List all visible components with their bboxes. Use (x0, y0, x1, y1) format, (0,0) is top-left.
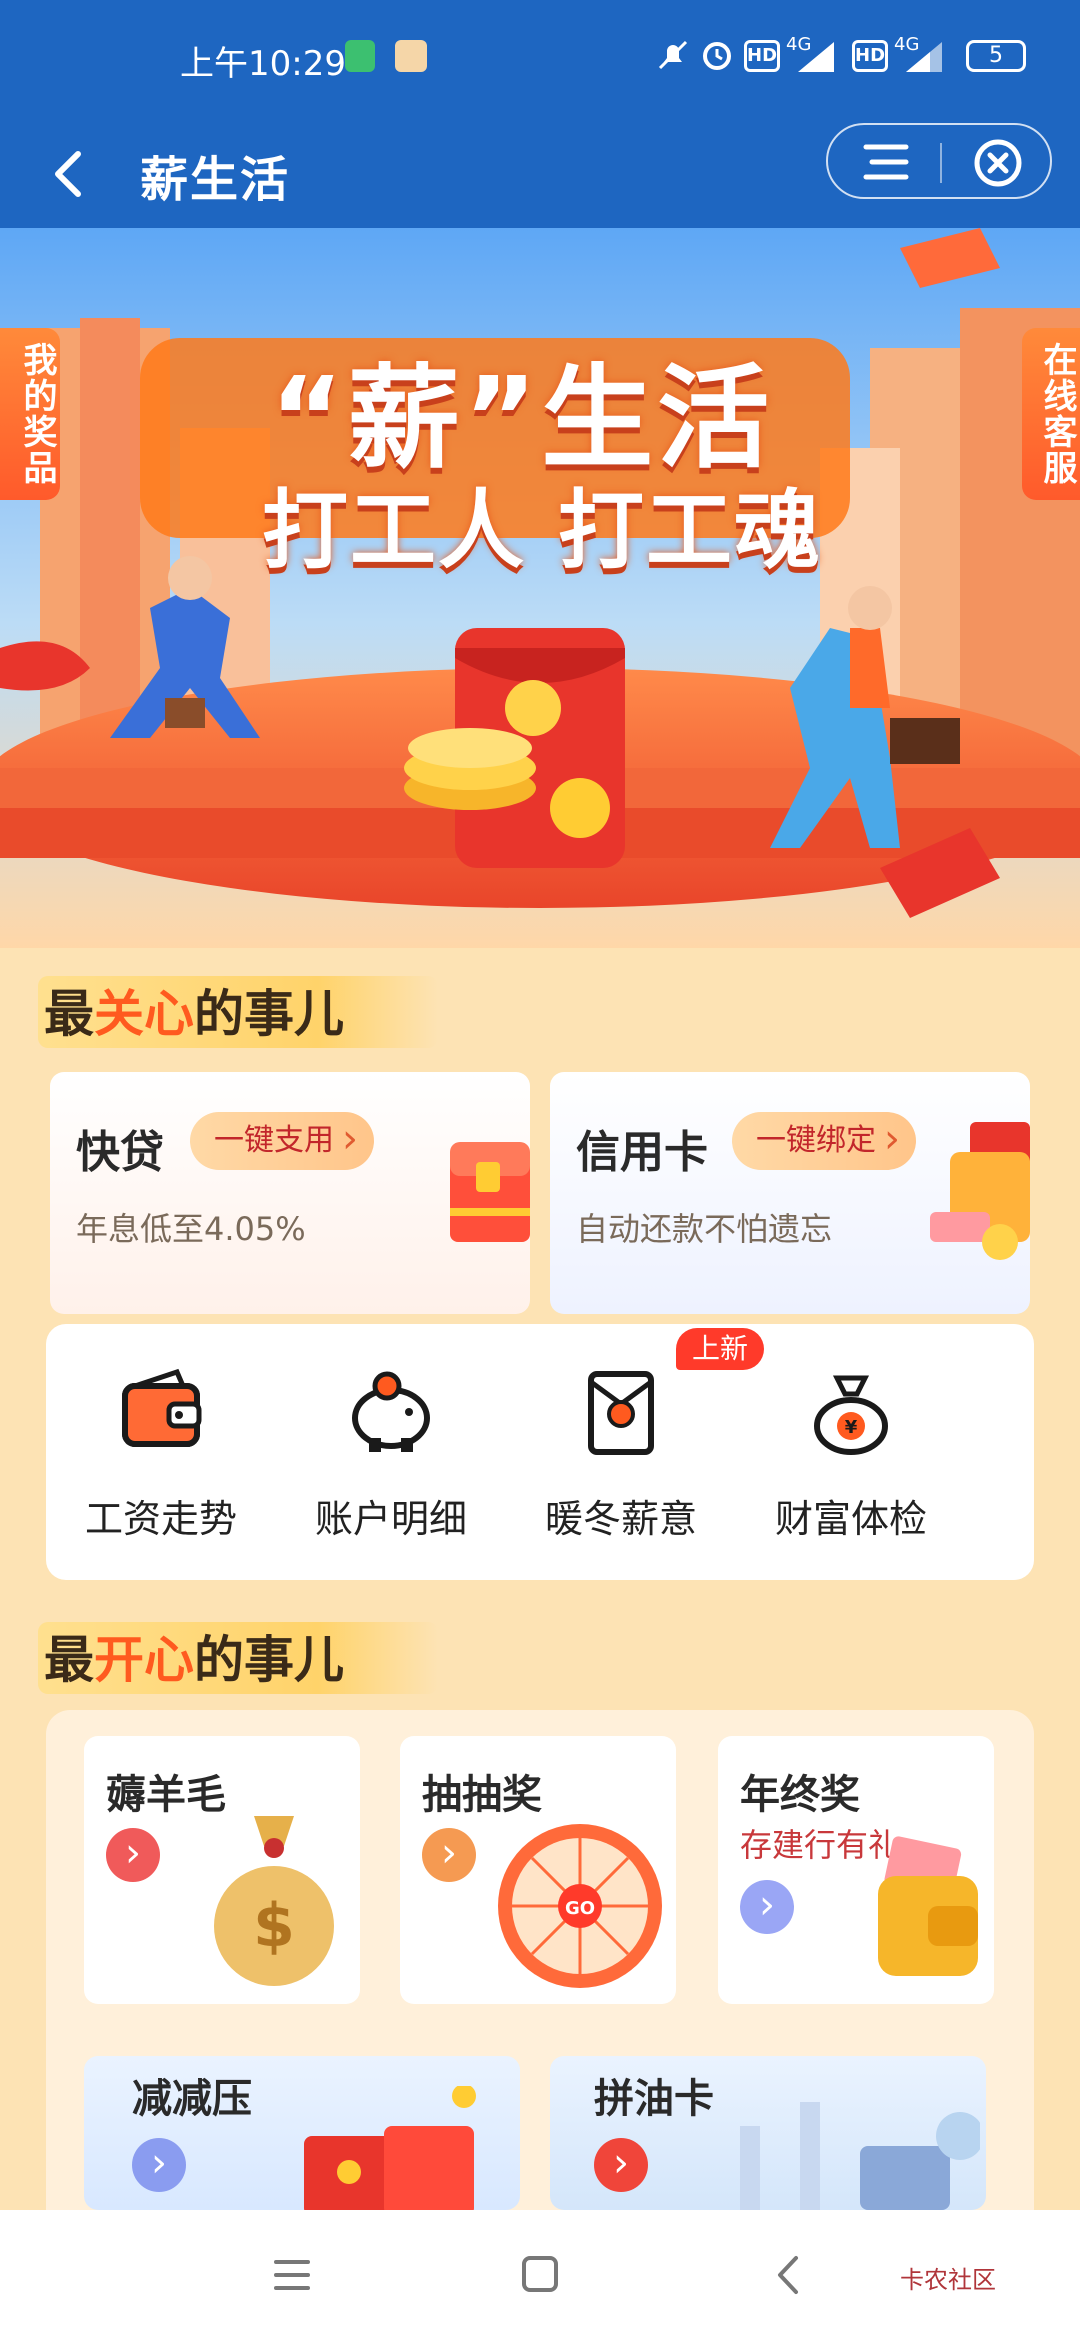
money-bag-gold-icon: $ (214, 1816, 334, 1986)
lucky-draw-arrow-icon: › (422, 1828, 476, 1882)
gas-station-icon (740, 2102, 980, 2210)
mini-program-capsule (826, 123, 1052, 199)
stress-relief-tile[interactable]: 减减压 › (84, 2056, 520, 2210)
section-title-suffix-2: 的事儿 (194, 1631, 344, 1689)
section-title-prefix-2: 最 (44, 1631, 94, 1689)
home-icon[interactable] (510, 2250, 570, 2300)
my-prizes-tab[interactable]: 我的奖品 (0, 328, 60, 500)
status-bar: 上午10:29 HD 4G HD 4G 5 (0, 0, 1080, 120)
piggy-bank-icon (352, 1371, 430, 1452)
quick-actions-panel: 工资走势 账户明细 暖冬薪意 ¥ 财富体检 (46, 1324, 1034, 1580)
banner-title-line2: 打工人 打工魂 (262, 481, 822, 581)
watermark: 卡农社区 (900, 2266, 996, 2294)
alarm-icon (703, 42, 731, 70)
mute-icon (658, 40, 688, 70)
stress-relief-title: 减减压 (132, 2076, 252, 2122)
hd-icon-2: HD (852, 40, 888, 72)
system-nav-bar: 卡农社区 (0, 2210, 1080, 2340)
status-time: 上午10:29 (180, 44, 346, 84)
money-bag-icon: ¥ (814, 1375, 888, 1455)
year-end-bonus-tile[interactable]: 年终奖 存建行有礼 › (718, 1736, 994, 2004)
page-title: 薪生活 (140, 152, 291, 208)
lucky-draw-title: 抽抽奖 (422, 1772, 542, 1818)
loan-subtitle: 年息低至4.05% (76, 1210, 306, 1248)
fuel-card-title: 拼油卡 (594, 2076, 714, 2122)
online-service-tab[interactable]: 在线客服 (1022, 328, 1080, 500)
section-title-prefix: 最 (44, 985, 94, 1043)
nav-bar: 薪生活 (0, 120, 1080, 228)
loan-apply-button[interactable]: 一键支用 (190, 1110, 374, 1170)
qq-icon (395, 40, 427, 72)
section-title-care: 最关心 的事儿 (38, 970, 438, 1050)
gold-wallet-icon (878, 1836, 978, 1976)
signal-icon-2 (906, 42, 942, 72)
freebies-arrow-icon: › (106, 1828, 160, 1882)
svg-text:¥: ¥ (845, 1417, 858, 1438)
section-title-highlight: 关心 (94, 985, 194, 1043)
hero-banner[interactable]: “薪”生活 打工人 打工魂 我的奖品 在线客服 (0, 228, 1080, 948)
red-envelopes-icon (304, 2086, 476, 2210)
wealth-checkup-item[interactable]: ¥ 财富体检 (736, 1324, 966, 1580)
system-back-icon[interactable] (760, 2250, 820, 2300)
capsule-divider (940, 143, 942, 183)
lucky-draw-tile[interactable]: 抽抽奖 › GO (400, 1736, 676, 2004)
recent-apps-icon[interactable] (262, 2250, 322, 2300)
year-end-title: 年终奖 (740, 1772, 860, 1818)
warm-winter-label: 暖冬薪意 (544, 1497, 697, 1541)
prize-wheel-icon: GO (498, 1824, 662, 1988)
fuel-card-tile[interactable]: 拼油卡 › (550, 2056, 986, 2210)
salary-trend-item[interactable]: 工资走势 (46, 1324, 276, 1580)
section-title-suffix: 的事儿 (194, 985, 344, 1043)
account-detail-label: 账户明细 (314, 1497, 467, 1541)
svg-text:$: $ (253, 1891, 295, 1961)
red-envelope-icon (588, 1371, 654, 1455)
hd-icon: HD (744, 40, 780, 72)
battery-icon: 5 (966, 40, 1026, 72)
year-end-arrow-icon: › (740, 1880, 794, 1934)
quick-loan-card[interactable]: 快贷 一键支用 年息低至4.05% (50, 1072, 530, 1314)
signal-icon (798, 42, 834, 72)
security-shield-icon (345, 40, 375, 72)
freebies-tile[interactable]: 薅羊毛 › $ (84, 1736, 360, 2004)
fuel-card-arrow-icon: › (594, 2138, 648, 2192)
loan-title: 快贷 (76, 1127, 164, 1178)
back-arrow-icon[interactable] (40, 142, 100, 206)
card-wallet-icon (930, 1122, 1030, 1260)
credit-bind-button[interactable]: 一键绑定 (732, 1110, 916, 1170)
credit-card-card[interactable]: 信用卡 一键绑定 自动还款不怕遗忘 (550, 1072, 1030, 1314)
section-title-highlight-2: 开心 (94, 1631, 194, 1689)
account-detail-item[interactable]: 账户明细 (276, 1324, 506, 1580)
menu-icon[interactable] (856, 139, 916, 185)
credit-title: 信用卡 (576, 1127, 708, 1178)
credit-subtitle: 自动还款不怕遗忘 (576, 1210, 833, 1248)
new-badge: 上新 (676, 1328, 765, 1370)
wallet-icon (122, 1368, 202, 1447)
stress-relief-arrow-icon: › (132, 2138, 186, 2192)
treasure-chest-icon (450, 1142, 530, 1242)
section-title-happy: 最开心 的事儿 (38, 1616, 438, 1696)
salary-trend-label: 工资走势 (84, 1497, 237, 1541)
wealth-checkup-label: 财富体检 (774, 1497, 927, 1541)
close-circle-icon[interactable] (972, 137, 1024, 189)
battery-level: 5 (989, 43, 1003, 68)
wheel-go-text: GO (565, 1898, 595, 1919)
